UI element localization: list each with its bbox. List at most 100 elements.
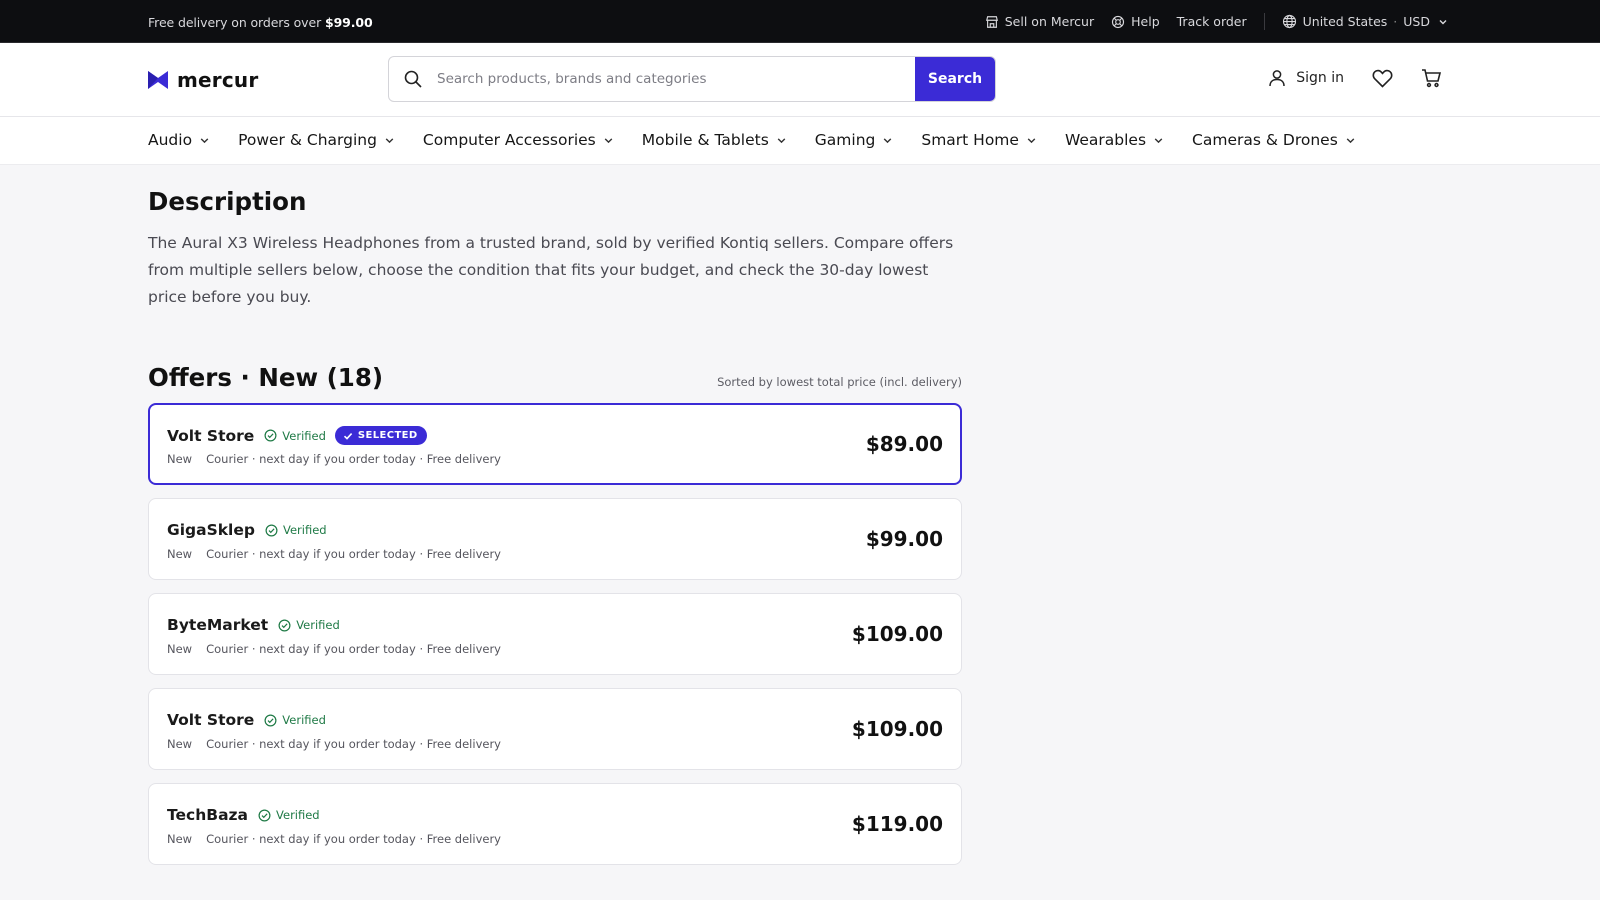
category-label: Computer Accessories bbox=[422, 131, 596, 149]
verified-label: Verified bbox=[282, 428, 326, 443]
offer-price: $99.00 bbox=[865, 527, 943, 551]
offer-card[interactable]: Volt Store Verified New Courier · next day … bbox=[148, 688, 962, 770]
offer-condition: New bbox=[167, 737, 193, 751]
sign-in-button[interactable]: Sign in bbox=[1268, 69, 1344, 87]
offer-condition: New bbox=[167, 832, 193, 846]
currency-label: USD bbox=[1403, 14, 1430, 29]
main-content: Description The Aural X3 Wireless Headph… bbox=[148, 165, 962, 865]
promo-amount: $99.00 bbox=[324, 15, 373, 30]
country-label: United States bbox=[1302, 14, 1388, 29]
search-input[interactable] bbox=[437, 57, 915, 101]
category-list: Audio Power & Charging Computer Accessor… bbox=[148, 131, 1384, 149]
offer-details: New Courier · next day if you order today… bbox=[167, 452, 501, 466]
verified-check-icon bbox=[258, 809, 271, 821]
verified-badge: Verified bbox=[264, 429, 326, 443]
category-label: Smart Home bbox=[921, 131, 1019, 149]
offer-details: New Courier · next day if you order today… bbox=[167, 547, 501, 561]
offer-delivery: Courier · next day if you order today · … bbox=[206, 832, 501, 846]
offer-card[interactable]: ByteMarket Verified New Courier · next day … bbox=[148, 593, 962, 675]
verified-check-icon bbox=[265, 524, 278, 536]
category-gaming[interactable]: Gaming bbox=[815, 131, 894, 149]
seller-name[interactable]: Volt Store bbox=[167, 427, 254, 445]
description-title: Description bbox=[148, 187, 307, 216]
mercur-logo-mark bbox=[148, 71, 168, 89]
category-label: Audio bbox=[148, 131, 193, 149]
seller-name[interactable]: TechBaza bbox=[167, 806, 248, 824]
chevron-down-icon bbox=[200, 137, 209, 143]
offer-seller-row: TechBaza Verified bbox=[167, 806, 320, 824]
category-computer-accessories[interactable]: Computer Accessories bbox=[423, 131, 614, 149]
offer-price: $109.00 bbox=[851, 717, 943, 741]
globe-icon bbox=[1282, 14, 1296, 29]
track-order-link[interactable]: Track order bbox=[1177, 14, 1247, 29]
free-delivery-promo: Free delivery on orders over $99.00 bbox=[148, 15, 373, 30]
chevron-down-icon bbox=[1346, 137, 1355, 143]
offer-details: New Courier · next day if you order today… bbox=[167, 642, 501, 656]
search-button[interactable]: Search bbox=[915, 57, 995, 101]
check-icon bbox=[343, 432, 353, 440]
category-wearables[interactable]: Wearables bbox=[1065, 131, 1164, 149]
verified-badge: Verified bbox=[278, 618, 340, 632]
offers-title: Offers · New (18) bbox=[148, 363, 384, 392]
site-header: mercur Search Sign in bbox=[0, 43, 1600, 117]
chevron-down-icon bbox=[884, 137, 892, 143]
header-actions: Sign in bbox=[1268, 68, 1442, 88]
seller-name[interactable]: ByteMarket bbox=[167, 616, 268, 634]
category-label: Power & Charging bbox=[238, 131, 377, 149]
top-bar: Free delivery on orders over $99.00 Sell… bbox=[0, 0, 1600, 43]
locale-selector[interactable]: United States · USD bbox=[1282, 14, 1448, 29]
category-label: Wearables bbox=[1064, 131, 1147, 149]
help-link[interactable]: Help bbox=[1111, 14, 1160, 29]
offer-card[interactable]: Volt Store Verified SELECTED New Courier · n… bbox=[148, 403, 962, 485]
chevron-down-icon bbox=[777, 137, 786, 143]
category-mobile-tablets[interactable]: Mobile & Tablets bbox=[642, 131, 787, 149]
offer-details: New Courier · next day if you order today… bbox=[167, 737, 501, 751]
offer-card[interactable]: GigaSklep Verified New Courier · next day i… bbox=[148, 498, 962, 580]
verified-badge: Verified bbox=[264, 713, 326, 727]
category-power-charging[interactable]: Power & Charging bbox=[238, 131, 395, 149]
offer-condition: New bbox=[167, 547, 193, 561]
category-cameras-drones[interactable]: Cameras & Drones bbox=[1192, 131, 1356, 149]
seller-name[interactable]: Volt Store bbox=[167, 711, 254, 729]
verified-badge: Verified bbox=[258, 808, 320, 822]
category-nav: Audio Power & Charging Computer Accessor… bbox=[0, 117, 1600, 165]
help-label: Help bbox=[1131, 14, 1160, 29]
mercur-logo[interactable]: mercur bbox=[148, 68, 258, 92]
offer-delivery: Courier · next day if you order today · … bbox=[206, 642, 501, 656]
offer-seller-row: GigaSklep Verified bbox=[167, 521, 327, 539]
chevron-down-icon bbox=[385, 137, 394, 143]
chevron-down-icon bbox=[1439, 19, 1447, 24]
offer-card[interactable]: TechBaza Verified New Courier · next day if… bbox=[148, 783, 962, 865]
sell-on-mercur-label: Sell on Mercur bbox=[1004, 14, 1095, 29]
category-label: Mobile & Tablets bbox=[641, 131, 769, 149]
offers-header: Offers · New (18) Sorted by lowest total… bbox=[148, 363, 962, 403]
verified-label: Verified bbox=[296, 618, 340, 632]
offer-price: $119.00 bbox=[851, 812, 943, 836]
selected-badge: SELECTED bbox=[334, 426, 427, 445]
offer-delivery: Courier · next day if you order today · … bbox=[206, 737, 501, 751]
track-order-label: Track order bbox=[1176, 14, 1247, 29]
description-text: The Aural X3 Wireless Headphones from a … bbox=[148, 234, 954, 306]
seller-name[interactable]: GigaSklep bbox=[167, 521, 255, 539]
category-smart-home[interactable]: Smart Home bbox=[921, 131, 1037, 149]
chevron-down-icon bbox=[604, 137, 613, 143]
promo-text: Free delivery on orders over bbox=[148, 15, 325, 30]
verified-label: Verified bbox=[282, 713, 326, 727]
sell-on-mercur-link[interactable]: Sell on Mercur bbox=[985, 14, 1094, 29]
verified-label: Verified bbox=[276, 808, 320, 822]
offer-condition: New bbox=[167, 452, 193, 466]
wishlist-button[interactable] bbox=[1372, 69, 1393, 88]
store-icon bbox=[985, 15, 998, 28]
top-bar-links: Sell on Mercur Help Track order United S… bbox=[968, 13, 1448, 30]
user-icon bbox=[1269, 70, 1285, 87]
offer-delivery: Courier · next day if you order today · … bbox=[206, 547, 501, 561]
offer-details: New Courier · next day if you order today… bbox=[167, 832, 501, 846]
offers-sort-note: Sorted by lowest total price (incl. deli… bbox=[717, 375, 962, 389]
search-icon bbox=[389, 57, 437, 101]
lifebuoy-icon bbox=[1112, 15, 1125, 28]
chevron-down-icon bbox=[1154, 137, 1163, 143]
offer-delivery: Courier · next day if you order today · … bbox=[206, 452, 501, 466]
offer-seller-row: Volt Store Verified bbox=[167, 711, 326, 729]
cart-button[interactable] bbox=[1421, 68, 1442, 88]
category-audio[interactable]: Audio bbox=[148, 131, 210, 149]
